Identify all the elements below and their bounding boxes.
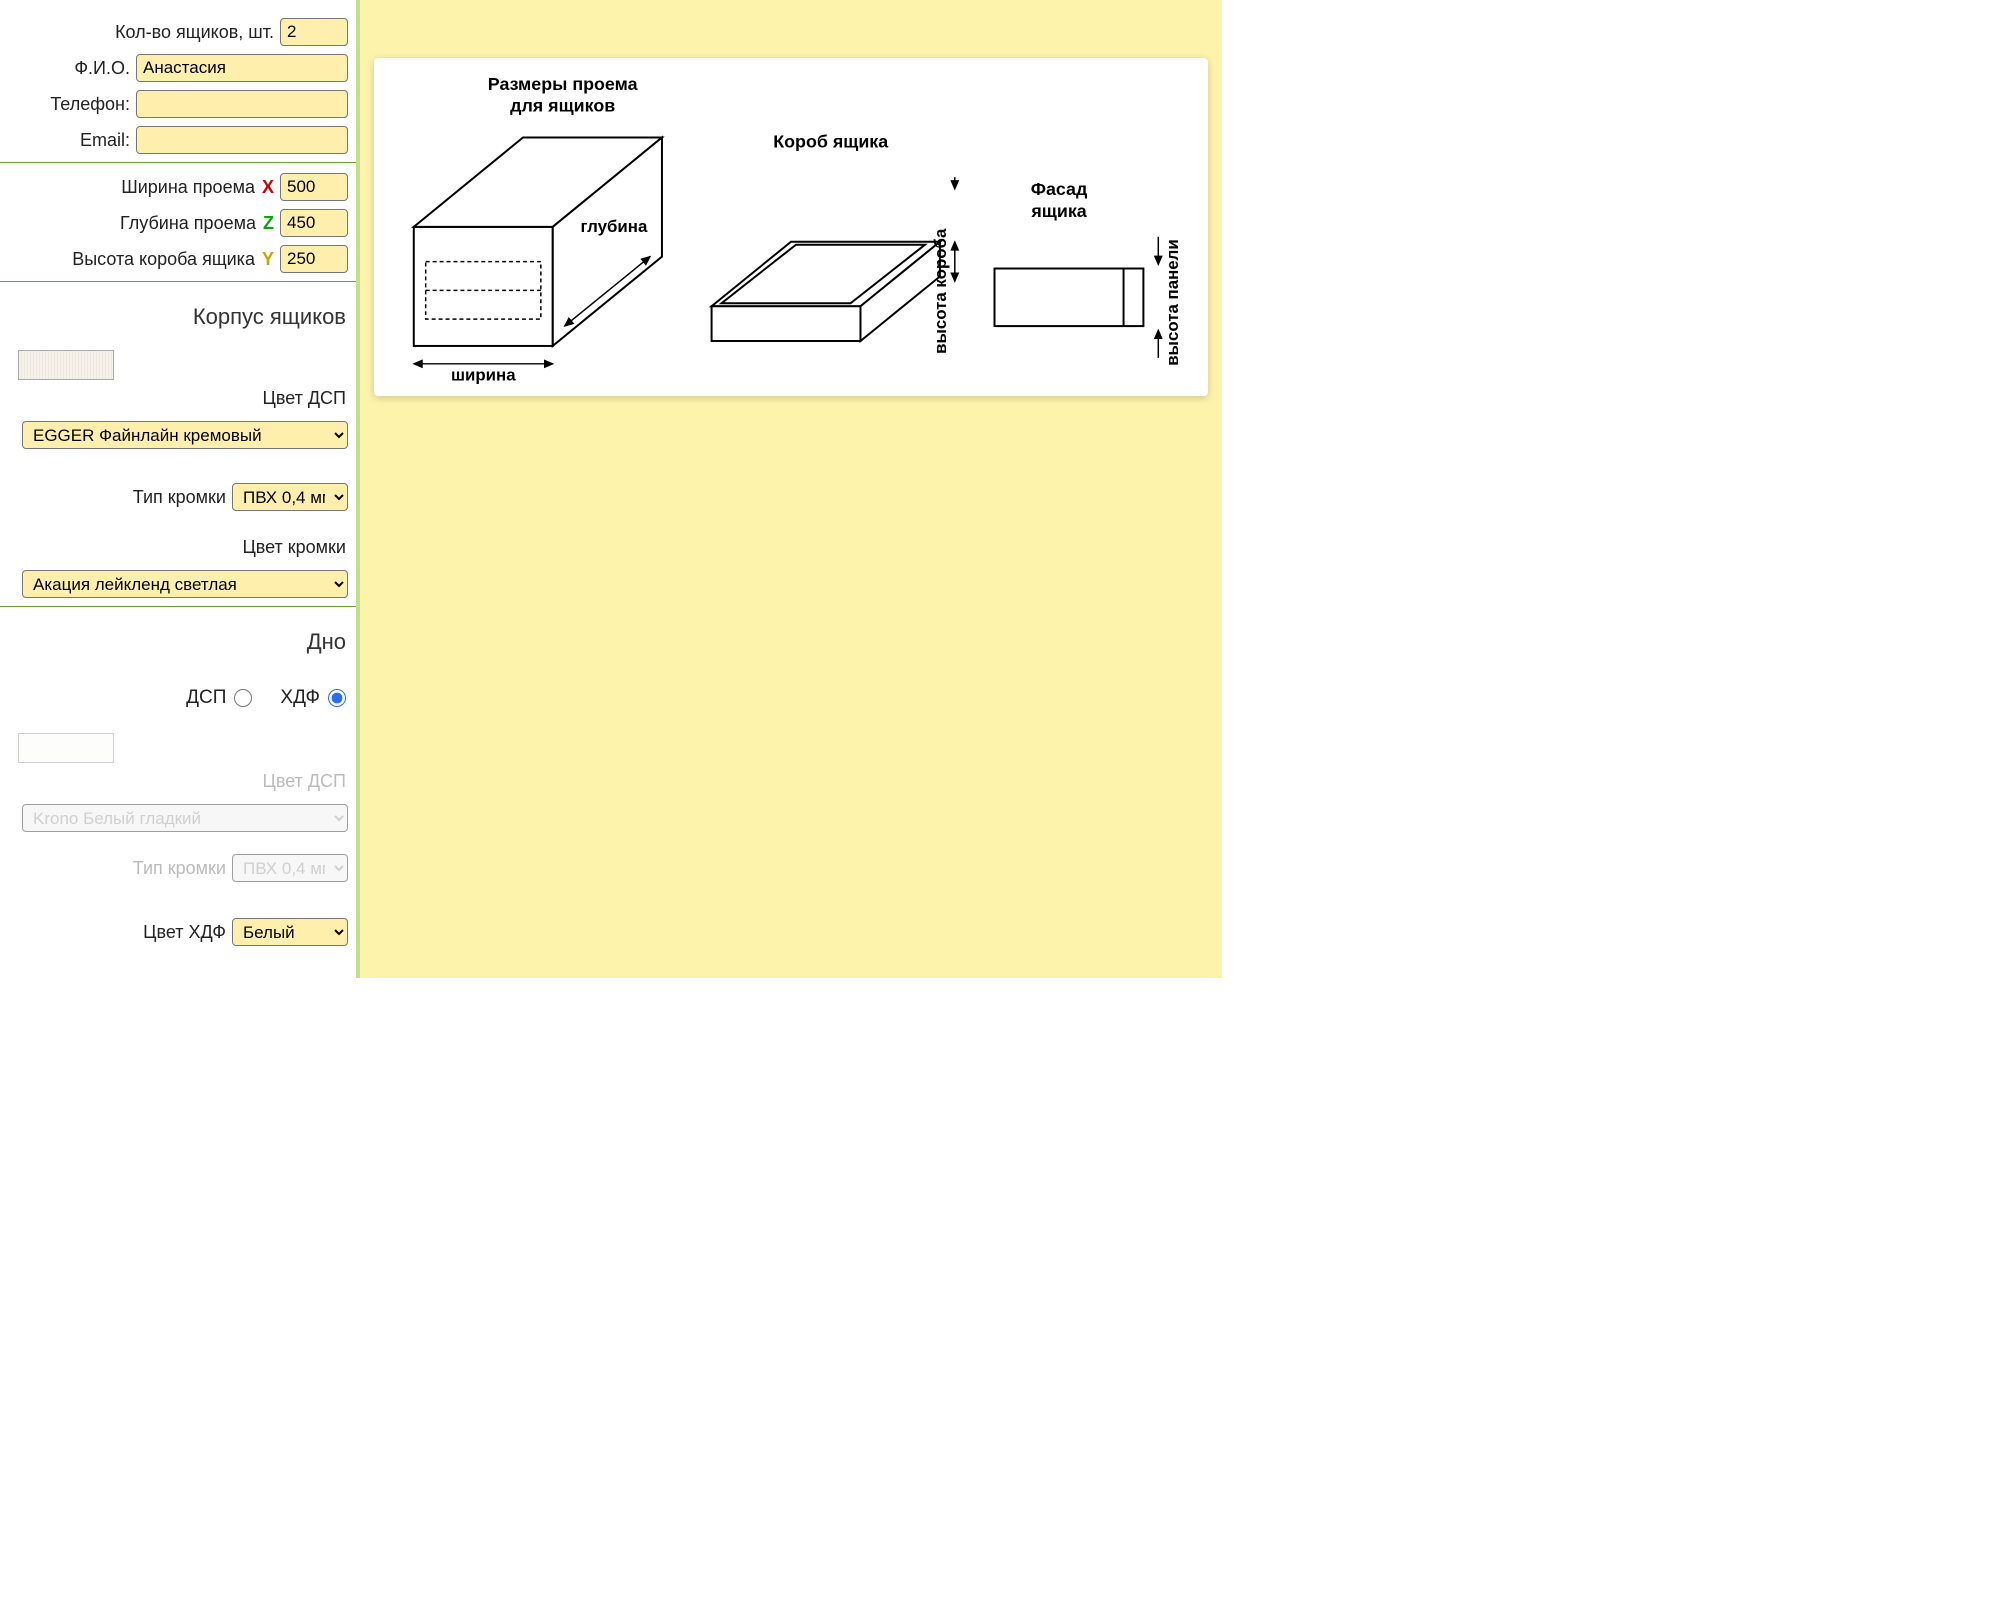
radio-hdf-input[interactable] xyxy=(328,689,346,707)
bottom-dsp-color-select: Krono Белый гладкий xyxy=(22,804,348,832)
radio-dsp[interactable]: ДСП xyxy=(186,687,252,709)
opening-title2: для ящиков xyxy=(510,96,615,116)
qty-input[interactable] xyxy=(280,18,348,46)
bottom-edge-type-label: Тип кромки xyxy=(133,858,232,879)
dsp-color-select[interactable]: EGGER Файнлайн кремовый xyxy=(22,421,348,449)
edge-color-select[interactable]: Акация лейкленд светлая xyxy=(22,570,348,598)
box-title: Короб ящика xyxy=(773,131,889,151)
width-input[interactable] xyxy=(280,173,348,201)
bottom-edge-type-select: ПВХ 0,4 мм xyxy=(232,854,348,882)
dsp-color-swatch xyxy=(18,350,114,380)
width-label: Ширина проема X xyxy=(121,177,280,198)
fio-input[interactable] xyxy=(136,54,348,82)
bottom-dsp-color-label: Цвет ДСП xyxy=(0,769,356,800)
depth-input[interactable] xyxy=(280,209,348,237)
diagram-panel: Размеры проема для ящиков глубина ширина… xyxy=(360,0,1222,978)
bottom-section-title: Дно xyxy=(0,613,356,671)
dsp-color-label: Цвет ДСП xyxy=(0,386,356,417)
email-input[interactable] xyxy=(136,126,348,154)
radio-dsp-input[interactable] xyxy=(234,689,252,707)
box-height-caption: высота короба xyxy=(931,228,950,354)
diagram-card: Размеры проема для ящиков глубина ширина… xyxy=(374,58,1208,396)
depth-label: Глубина проема Z xyxy=(120,213,280,234)
form-panel: Кол-во ящиков, шт. Ф.И.О. Телефон: Email… xyxy=(0,0,360,978)
height-input[interactable] xyxy=(280,245,348,273)
hdf-color-select[interactable]: Белый xyxy=(232,918,348,946)
email-label: Email: xyxy=(80,130,136,151)
depth-caption: глубина xyxy=(581,217,648,236)
phone-input[interactable] xyxy=(136,90,348,118)
panel-height-caption: высота панели xyxy=(1163,239,1182,366)
dim-x-icon: X xyxy=(262,177,274,197)
bottom-dsp-swatch xyxy=(18,733,114,763)
width-caption: ширина xyxy=(451,366,516,385)
opening-title1: Размеры проема xyxy=(488,74,639,94)
drawer-diagram-svg: Размеры проема для ящиков глубина ширина… xyxy=(384,68,1198,386)
fio-label: Ф.И.О. xyxy=(74,58,136,79)
edge-color-label: Цвет кромки xyxy=(0,535,356,566)
facade-title2: ящика xyxy=(1030,201,1087,221)
facade-title1: Фасад xyxy=(1031,179,1088,199)
body-section-title: Корпус ящиков xyxy=(0,288,356,346)
phone-label: Телефон: xyxy=(50,94,136,115)
divider xyxy=(0,281,356,282)
hdf-color-label: Цвет ХДФ xyxy=(143,922,232,943)
dsp-bottom-disabled-group: Цвет ДСП Krono Белый гладкий Тип кромки … xyxy=(0,733,356,886)
dim-y-icon: Y xyxy=(262,249,274,269)
divider xyxy=(0,606,356,607)
divider xyxy=(0,162,356,163)
edge-type-select[interactable]: ПВХ 0,4 мм xyxy=(232,483,348,511)
height-label: Высота короба ящика Y xyxy=(72,249,280,270)
bottom-material-radio-group: ДСП ХДФ xyxy=(0,671,356,729)
edge-type-label: Тип кромки xyxy=(133,487,232,508)
qty-label: Кол-во ящиков, шт. xyxy=(115,22,280,43)
dim-z-icon: Z xyxy=(263,213,274,233)
radio-hdf[interactable]: ХДФ xyxy=(280,687,346,709)
